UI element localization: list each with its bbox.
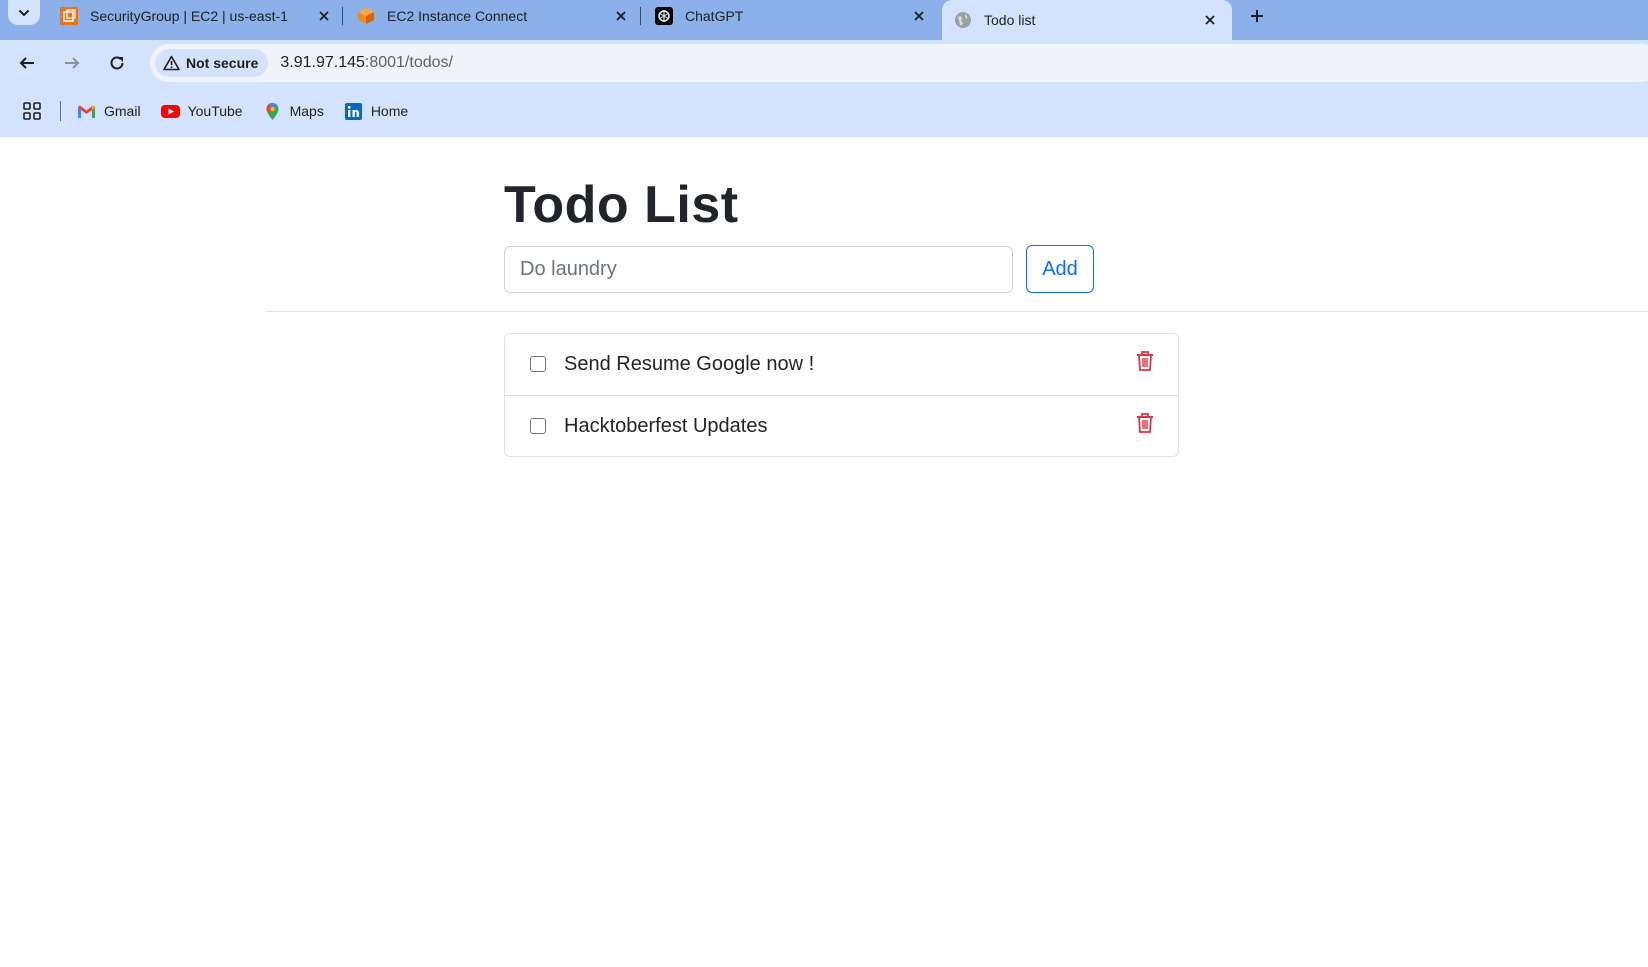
bookmark-label: Home xyxy=(370,103,409,119)
linkedin-icon xyxy=(344,102,362,120)
todo-list: Send Resume Google now ! Hacktoberfest U… xyxy=(504,333,1179,457)
todo-text: Send Resume Google now ! xyxy=(564,353,815,375)
arrow-right-icon xyxy=(65,57,80,69)
trash-icon xyxy=(1137,413,1153,433)
apps-grid-icon[interactable] xyxy=(22,101,42,121)
security-chip[interactable]: Not secure xyxy=(155,49,269,77)
url-text: 3.91.97.145:8001/todos/ xyxy=(280,54,453,72)
arrow-left-icon xyxy=(19,57,34,69)
tab-title: ChatGPT xyxy=(685,8,744,24)
bookmark-gmail[interactable]: Gmail xyxy=(77,102,141,121)
tab-separator xyxy=(342,7,343,25)
todo-checkbox[interactable] xyxy=(530,418,546,434)
tab-search-button[interactable] xyxy=(8,0,40,25)
close-icon[interactable] xyxy=(911,8,927,24)
chatgpt-icon xyxy=(655,7,673,25)
tab-title: EC2 Instance Connect xyxy=(387,8,528,24)
aws-cube-icon xyxy=(358,8,374,24)
tab-security-group[interactable]: SecurityGroup | EC2 | us-east-1 xyxy=(60,0,332,32)
tab-separator xyxy=(640,7,641,25)
tab-todo-list[interactable]: Todo list xyxy=(942,0,1232,40)
warning-icon xyxy=(163,55,180,71)
tab-title: SecurityGroup | EC2 | us-east-1 xyxy=(90,8,288,24)
close-icon[interactable] xyxy=(613,8,629,24)
todo-text: Hacktoberfest Updates xyxy=(564,415,768,437)
bookmark-label: Maps xyxy=(289,103,324,119)
bookmark-youtube[interactable]: YouTube xyxy=(160,102,243,121)
security-chip-label: Not secure xyxy=(186,55,259,71)
address-bar[interactable]: Not secure 3.91.97.145:8001/todos/ xyxy=(150,44,1648,82)
tab-title: Todo list xyxy=(984,12,1036,28)
close-icon[interactable] xyxy=(316,8,332,24)
todo-item: Send Resume Google now ! xyxy=(505,334,1178,395)
bookmark-maps[interactable]: Maps xyxy=(263,102,324,121)
delete-button[interactable] xyxy=(1134,410,1156,436)
bookmark-label: YouTube xyxy=(187,103,243,119)
tab-strip: SecurityGroup | EC2 | us-east-1 EC2 Inst… xyxy=(0,0,1648,40)
trash-icon xyxy=(1137,351,1153,371)
page-viewport: Todo List Add Send Resume Google now ! H… xyxy=(0,137,1648,967)
globe-icon xyxy=(955,12,971,28)
tab-chatgpt[interactable]: ChatGPT xyxy=(655,0,927,32)
new-tab-button[interactable] xyxy=(1243,2,1271,30)
gmail-icon xyxy=(78,105,95,118)
back-button[interactable] xyxy=(11,47,43,79)
chevron-down-icon xyxy=(19,9,29,16)
youtube-icon xyxy=(160,104,180,118)
url-host: 3.91.97.145 xyxy=(280,54,365,71)
bookmark-label: Gmail xyxy=(104,103,141,119)
todo-checkbox[interactable] xyxy=(530,356,546,372)
maps-icon xyxy=(266,102,279,120)
reload-icon xyxy=(110,56,124,70)
new-todo-input[interactable] xyxy=(504,246,1013,293)
browser-toolbar: Not secure 3.91.97.145:8001/todos/ xyxy=(0,40,1648,85)
plus-icon xyxy=(1251,10,1263,22)
forward-button[interactable] xyxy=(56,47,88,79)
bookmarks-divider xyxy=(60,101,61,121)
close-icon[interactable] xyxy=(1202,12,1218,28)
divider xyxy=(266,311,1648,312)
add-button[interactable]: Add xyxy=(1026,245,1094,293)
delete-button[interactable] xyxy=(1134,348,1156,374)
url-path: :8001/todos/ xyxy=(364,54,453,71)
page-title: Todo List xyxy=(504,176,739,234)
bookmarks-bar: Gmail YouTube Maps Home xyxy=(0,85,1648,137)
todo-item: Hacktoberfest Updates xyxy=(505,395,1178,456)
tab-ec2-instance-connect[interactable]: EC2 Instance Connect xyxy=(357,0,629,32)
aws-ec2-icon xyxy=(60,7,78,25)
bookmark-home[interactable]: Home xyxy=(344,102,408,121)
reload-button[interactable] xyxy=(101,47,133,79)
